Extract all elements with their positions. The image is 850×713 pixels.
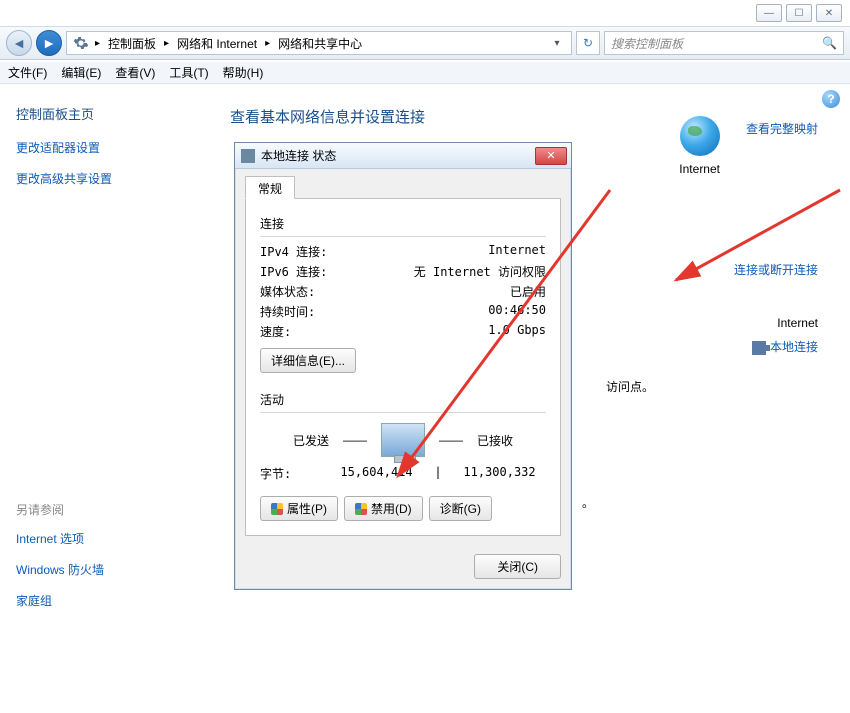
bytes-label: 字节:: [260, 465, 330, 482]
search-input[interactable]: 搜索控制面板 🔍: [604, 31, 844, 55]
sent-label: 已发送: [293, 432, 329, 449]
maximize-button[interactable]: ☐: [786, 4, 812, 22]
window-controls: — ☐ ✕: [756, 4, 842, 22]
sidebar-see-also-label: 另请参阅: [16, 501, 194, 518]
dialog-close-button[interactable]: ✕: [535, 147, 567, 165]
ipv4-value: Internet: [360, 243, 546, 260]
link-connect-disconnect[interactable]: 连接或断开连接: [734, 261, 818, 278]
search-icon: 🔍: [822, 36, 837, 50]
diagnose-button[interactable]: 诊断(G): [429, 496, 492, 521]
breadcrumb-dropdown[interactable]: ▾: [549, 38, 565, 49]
refresh-button[interactable]: ↻: [576, 31, 600, 55]
breadcrumb-seg-2[interactable]: 网络和 Internet: [175, 35, 259, 52]
internet-network-icon-box: Internet: [679, 116, 720, 176]
ipv6-value: 无 Internet 访问权限: [360, 263, 546, 280]
link-view-full-map[interactable]: 查看完整映射: [734, 120, 818, 137]
forward-button[interactable]: ►: [36, 30, 62, 56]
dialog-panel: 连接 IPv4 连接:Internet IPv6 连接:无 Internet 访…: [245, 199, 561, 536]
speed-label: 速度:: [260, 323, 360, 340]
media-state-value: 已启用: [360, 283, 546, 300]
plug-icon: [752, 341, 766, 355]
bytes-received-value: 11,300,332: [453, 465, 546, 482]
sidebar-homegroup[interactable]: 家庭组: [16, 592, 194, 609]
sidebar: 控制面板主页 更改适配器设置 更改高级共享设置 另请参阅 Internet 选项…: [0, 90, 210, 713]
chevron-right-icon: ▸: [261, 38, 274, 49]
network-icon: [241, 149, 255, 163]
internet-text: Internet: [734, 316, 818, 330]
text-fragment-1: 访问点。: [606, 378, 654, 395]
ipv6-label: IPv6 连接:: [260, 263, 360, 280]
shield-icon: [271, 503, 283, 515]
dialog-body: 常规 连接 IPv4 连接:Internet IPv6 连接:无 Interne…: [235, 169, 571, 546]
menu-help[interactable]: 帮助(H): [223, 64, 264, 81]
globe-icon: [680, 116, 720, 156]
received-label: 已接收: [477, 432, 513, 449]
details-button[interactable]: 详细信息(E)...: [260, 348, 356, 373]
local-connection-status-dialog: 本地连接 状态 ✕ 常规 连接 IPv4 连接:Internet IPv6 连接…: [234, 142, 572, 590]
search-placeholder: 搜索控制面板: [611, 35, 683, 52]
menu-edit[interactable]: 编辑(E): [61, 64, 101, 81]
internet-label: Internet: [679, 162, 720, 176]
ipv4-label: IPv4 连接:: [260, 243, 360, 260]
dialog-close-footer-button[interactable]: 关闭(C): [474, 554, 561, 579]
duration-value: 00:46:50: [360, 303, 546, 320]
connection-group-label: 连接: [260, 215, 546, 232]
duration-label: 持续时间:: [260, 303, 360, 320]
address-bar: ◄ ► ▸ 控制面板 ▸ 网络和 Internet ▸ 网络和共享中心 ▾ ↻ …: [0, 26, 850, 60]
sidebar-windows-firewall[interactable]: Windows 防火墙: [16, 561, 194, 578]
breadcrumb[interactable]: ▸ 控制面板 ▸ 网络和 Internet ▸ 网络和共享中心 ▾: [66, 31, 572, 55]
menu-bar: 文件(F) 编辑(E) 查看(V) 工具(T) 帮助(H): [0, 62, 850, 84]
link-local-connection[interactable]: 本地连接: [734, 338, 818, 355]
menu-file[interactable]: 文件(F): [8, 64, 47, 81]
menu-tools[interactable]: 工具(T): [169, 64, 208, 81]
sidebar-advanced-sharing[interactable]: 更改高级共享设置: [16, 170, 194, 187]
right-links: 查看完整映射 连接或断开连接 Internet 本地连接: [734, 120, 818, 393]
network-activity-icon: [381, 423, 425, 457]
tab-general[interactable]: 常规: [245, 176, 295, 199]
back-button[interactable]: ◄: [6, 30, 32, 56]
chevron-right-icon: ▸: [91, 38, 104, 49]
dialog-tabs: 常规: [245, 175, 561, 199]
sidebar-home[interactable]: 控制面板主页: [16, 104, 194, 123]
sidebar-internet-options[interactable]: Internet 选项: [16, 530, 194, 547]
media-state-label: 媒体状态:: [260, 283, 360, 300]
chevron-right-icon: ▸: [160, 38, 173, 49]
breadcrumb-seg-1[interactable]: 控制面板: [106, 35, 158, 52]
close-window-button[interactable]: ✕: [816, 4, 842, 22]
sidebar-adapter-settings[interactable]: 更改适配器设置: [16, 139, 194, 156]
dialog-titlebar[interactable]: 本地连接 状态 ✕: [235, 143, 571, 169]
text-fragment-2: 。: [582, 494, 594, 511]
shield-icon: [355, 503, 367, 515]
disable-button[interactable]: 禁用(D): [344, 496, 423, 521]
gear-icon: [73, 35, 89, 51]
properties-button[interactable]: 属性(P): [260, 496, 338, 521]
minimize-button[interactable]: —: [756, 4, 782, 22]
activity-group-label: 活动: [260, 391, 546, 408]
speed-value: 1.0 Gbps: [360, 323, 546, 340]
dialog-title: 本地连接 状态: [261, 147, 535, 164]
menu-view[interactable]: 查看(V): [115, 64, 155, 81]
breadcrumb-seg-3[interactable]: 网络和共享中心: [276, 35, 364, 52]
bytes-sent-value: 15,604,414: [330, 465, 423, 482]
